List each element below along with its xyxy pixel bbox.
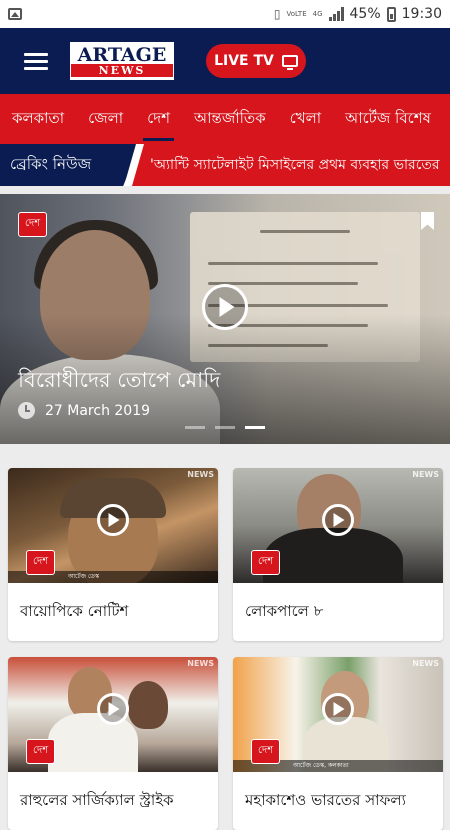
play-icon[interactable] xyxy=(97,504,129,536)
tv-icon xyxy=(281,55,298,70)
live-tv-label: LIVE TV xyxy=(214,53,274,69)
card-title: বায়োপিকে নোটিশ xyxy=(20,601,129,620)
carousel-dot[interactable] xyxy=(215,426,235,429)
card-title: রাহুলের সার্জিক্যাল স্ট্রাইক xyxy=(20,790,174,809)
live-tv-button[interactable]: LIVE TV xyxy=(206,44,306,78)
hero-title: বিরোধীদের তোপে মোদি xyxy=(18,368,221,392)
logo-top-text: ARTAGE xyxy=(77,43,167,66)
play-icon[interactable] xyxy=(322,504,354,536)
tab-sports[interactable]: খেলা xyxy=(278,94,333,144)
lower-third-text: আর্টেজ ডেস্ক, কলকাতা xyxy=(293,762,349,769)
news-card[interactable]: NEWS দেশ লোকপালে ৮ xyxy=(233,468,443,641)
battery-percent: 45% xyxy=(349,6,381,22)
lower-third-text: আর্টেজ ডেস্ক xyxy=(68,573,100,580)
clock-icon xyxy=(18,402,35,419)
play-icon[interactable] xyxy=(202,284,248,330)
card-thumbnail: NEWS আর্টেজ ডেস্ক, কলকাতা দেশ xyxy=(233,657,443,772)
category-badge: দেশ xyxy=(251,550,281,575)
artage-news-logo: ARTAGE NEWS xyxy=(70,42,174,80)
tab-label: আন্তর্জাতিক xyxy=(194,108,266,127)
tab-label: দেশ xyxy=(147,108,171,127)
card-thumbnail: NEWS দেশ xyxy=(8,657,218,772)
card-logo-mark: NEWS xyxy=(412,470,439,479)
card-logo-mark: NEWS xyxy=(187,470,214,479)
volte-indicator: VoLTE xyxy=(286,9,307,18)
play-icon[interactable] xyxy=(97,693,129,725)
category-badge: দেশ xyxy=(26,550,56,575)
tab-label: আর্টেজ বিশেষ xyxy=(345,108,431,127)
featured-story[interactable]: দেশ বিরোধীদের তোপে মোদি 27 March 2019 xyxy=(0,194,450,444)
app-bar: ARTAGE NEWS LIVE TV xyxy=(0,28,450,94)
clock-time: 19:30 xyxy=(401,6,442,22)
tab-artage-special[interactable]: আর্টেজ বিশেষ xyxy=(333,94,443,144)
card-title: মহাকাশেও ভারতের সাফল্য xyxy=(245,790,406,809)
network-type: 4G xyxy=(312,9,323,18)
card-thumbnail: NEWS আর্টেজ ডেস্ক দেশ xyxy=(8,468,218,583)
card-title: লোকপালে ৮ xyxy=(245,601,324,620)
tab-label: কলকাতা xyxy=(12,108,65,127)
carousel-indicator xyxy=(185,426,265,429)
news-card[interactable]: NEWS আর্টেজ ডেস্ক, কলকাতা দেশ মহাকাশেও ভ… xyxy=(233,657,443,830)
hero-date: 27 March 2019 xyxy=(45,402,151,419)
card-logo-mark: NEWS xyxy=(187,659,214,668)
gallery-notification-icon xyxy=(8,8,22,20)
card-thumbnail: NEWS দেশ xyxy=(233,468,443,583)
bookmark-icon[interactable] xyxy=(421,212,434,230)
breaking-news-bar: ব্রেকিং নিউজ 'অ্যান্টি স্যাটেলাইট মিসাইল… xyxy=(0,144,450,186)
category-badge: দেশ xyxy=(18,212,48,237)
vibrate-icon: ▯ xyxy=(273,7,281,21)
breaking-news-label: ব্রেকিং নিউজ xyxy=(0,144,140,186)
signal-icon xyxy=(328,7,344,21)
tab-label: খেলা xyxy=(289,108,322,127)
hero-date-row: 27 March 2019 xyxy=(18,402,150,419)
status-bar: ▯ VoLTE 4G 45% 19:30 xyxy=(0,0,450,28)
tab-international[interactable]: আন্তর্জাতিক xyxy=(182,94,278,144)
carousel-dot-active[interactable] xyxy=(245,426,265,429)
tab-kolkata[interactable]: কলকাতা xyxy=(0,94,76,144)
tab-district[interactable]: জেলা xyxy=(76,94,135,144)
carousel-dot[interactable] xyxy=(185,426,205,429)
category-tabs: কলকাতা জেলা দেশ আন্তর্জাতিক খেলা আর্টেজ … xyxy=(0,94,450,144)
card-logo-mark: NEWS xyxy=(412,659,439,668)
battery-icon xyxy=(386,6,396,22)
breaking-news-ticker[interactable]: 'অ্যান্টি স্যাটেলাইট মিসাইলের প্রথম ব্যব… xyxy=(128,144,450,186)
news-card[interactable]: NEWS আর্টেজ ডেস্ক দেশ বায়োপিকে নোটিশ xyxy=(8,468,218,641)
play-icon[interactable] xyxy=(322,693,354,725)
category-badge: দেশ xyxy=(26,739,56,764)
logo-bottom-text: NEWS xyxy=(71,63,173,77)
tab-country[interactable]: দেশ xyxy=(135,94,182,144)
hamburger-menu-icon[interactable] xyxy=(24,52,48,70)
tab-label: জেলা xyxy=(88,108,124,127)
news-card[interactable]: NEWS দেশ রাহুলের সার্জিক্যাল স্ট্রাইক xyxy=(8,657,218,830)
category-badge: দেশ xyxy=(251,739,281,764)
